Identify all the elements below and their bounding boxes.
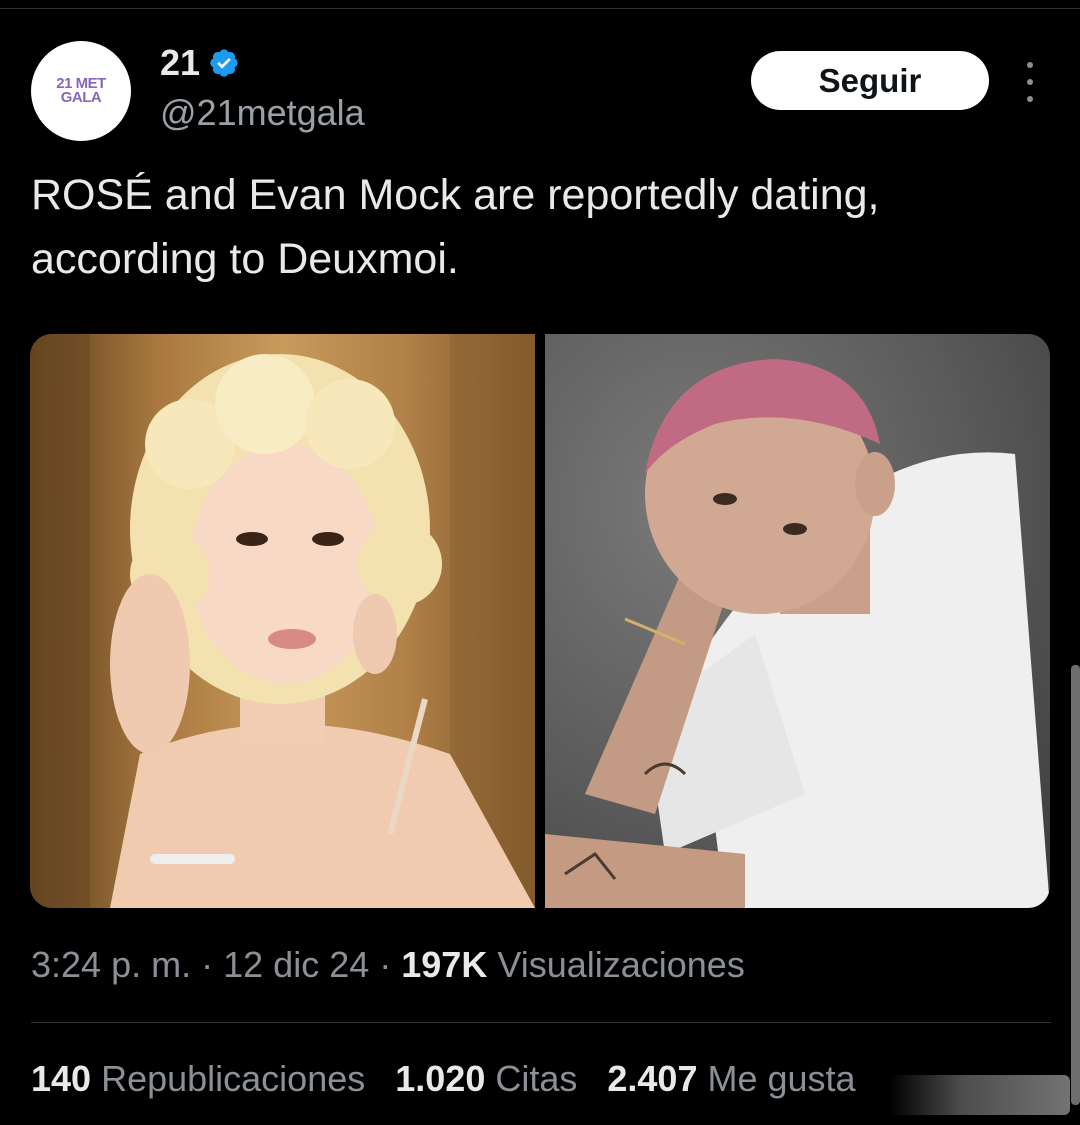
meta-separator: ·: [379, 944, 392, 985]
follow-button[interactable]: Seguir: [751, 51, 989, 110]
dot: [1027, 79, 1033, 85]
avatar[interactable]: 21 MET GALA: [31, 41, 131, 141]
tweet-text: ROSÉ and Evan Mock are reportedly dating…: [31, 171, 880, 283]
reposts-label: Republicaciones: [101, 1058, 366, 1099]
photo-evan-mock-illustration: [545, 359, 1050, 908]
scrollbar[interactable]: [1071, 665, 1080, 1105]
tweet-media: [30, 334, 1050, 908]
meta-separator: ·: [201, 944, 214, 985]
display-name[interactable]: 21: [160, 42, 240, 84]
top-divider: [0, 8, 1080, 9]
more-options-icon[interactable]: [1018, 62, 1042, 102]
likes-count: 2.407: [607, 1058, 698, 1099]
stats-divider: [31, 1022, 1051, 1023]
views-label: Visualizaciones: [497, 944, 745, 985]
tweet-meta: 3:24 p. m. · 12 dic 24 · 197K Visualizac…: [31, 944, 745, 986]
account-handle[interactable]: @21metgala: [160, 92, 365, 134]
quotes-count: 1.020: [395, 1058, 486, 1099]
quotes-label: Citas: [495, 1058, 578, 1099]
watermark-overlay: [890, 1075, 1070, 1115]
likes-label: Me gusta: [707, 1058, 856, 1099]
photo-rose-illustration: [30, 334, 535, 908]
photo-evan-mock[interactable]: [545, 334, 1050, 908]
display-name-text: 21: [160, 42, 201, 83]
tweet-time[interactable]: 3:24 p. m.: [31, 944, 191, 985]
photo-rose[interactable]: [30, 334, 535, 908]
dot: [1027, 62, 1033, 68]
engagement-stats: 140 Republicaciones 1.020 Citas 2.407 Me gu…: [31, 1058, 856, 1100]
reposts-stat[interactable]: 140 Republicaciones: [31, 1058, 365, 1100]
likes-stat[interactable]: 2.407 Me gusta: [607, 1058, 855, 1100]
verified-badge-icon: [210, 49, 238, 77]
tweet-date[interactable]: 12 dic 24: [223, 944, 369, 985]
views-count: 197K: [401, 944, 488, 985]
reposts-count: 140: [31, 1058, 92, 1099]
quotes-stat[interactable]: 1.020 Citas: [395, 1058, 577, 1100]
dot: [1027, 96, 1033, 102]
avatar-logo-line2: GALA: [60, 89, 102, 106]
